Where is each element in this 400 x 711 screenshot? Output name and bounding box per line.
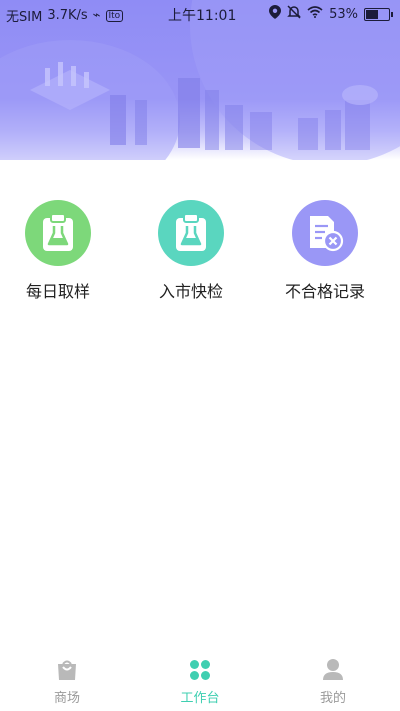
feature-icon-circle [292,200,358,266]
battery-level [366,9,378,19]
clipboard-flask-icon [176,214,206,251]
mute-bell-icon [287,5,301,23]
status-bar: 无SIM 3.7K/s ⌁ Ito 上午11:01 53% [0,0,400,28]
feature-daily-sampling[interactable]: 每日取样 [3,200,113,302]
document-reject-icon [310,216,344,252]
feature-market-quick-check[interactable]: 入市快检 [136,200,246,302]
shopping-bag-icon [58,660,76,680]
feature-label: 入市快检 [158,282,223,301]
bottom-tab-bar: 商场 工作台 我的 [0,652,400,711]
feature-label: 不合格记录 [284,282,365,301]
clock: 上午11:01 [168,8,237,24]
feature-icon-circle [25,200,91,266]
usb-icon: ⌁ [92,8,101,23]
tab-mall[interactable]: 商场 [12,658,122,706]
feature-unqualified-records[interactable]: 不合格记录 [270,200,380,302]
person-icon [323,659,343,680]
tab-label: 工作台 [180,691,220,706]
battery-icon [364,7,393,21]
wifi-icon [307,6,323,22]
feature-label: 每日取样 [25,282,90,301]
tab-workbench[interactable]: 工作台 [145,658,255,706]
tab-mine[interactable]: 我的 [278,658,388,706]
tab-label: 商场 [53,691,80,706]
location-icon [269,5,282,23]
notification-chip-icon: Ito [105,9,124,22]
feature-grid: 每日取样 入市快检 不合格记录 [0,200,400,310]
tab-label: 我的 [319,691,346,706]
feature-icon-circle [158,200,224,266]
network-speed: 3.7K/s [47,8,88,23]
battery-percent: 53% [329,6,358,22]
clover-icon [190,660,210,680]
carrier-text: 无SIM [6,10,43,25]
clipboard-flask-icon [43,214,73,251]
